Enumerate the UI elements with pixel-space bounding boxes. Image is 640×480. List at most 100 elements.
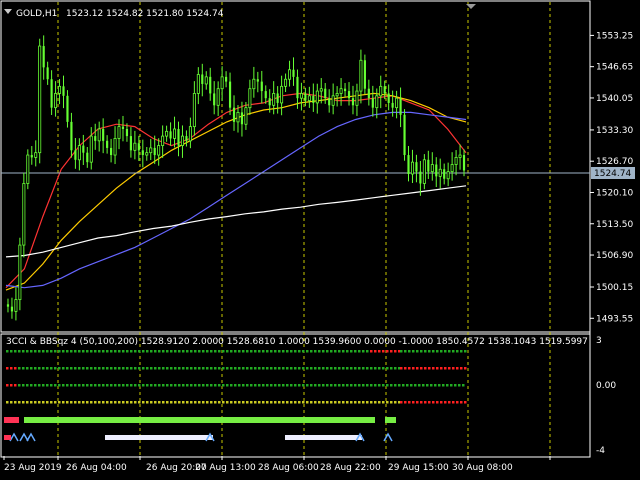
indicator-tick-label: 3 <box>596 336 602 346</box>
candle <box>367 79 370 106</box>
candle <box>216 81 220 116</box>
candle <box>74 137 77 169</box>
candle <box>161 125 165 158</box>
arrow-up-icon <box>383 432 393 442</box>
candle <box>292 57 295 86</box>
candle <box>407 146 410 182</box>
candle <box>422 154 426 190</box>
candle <box>58 78 62 105</box>
candle <box>443 163 446 185</box>
candle <box>339 78 343 106</box>
arrow-up-icon <box>26 432 36 442</box>
candle <box>169 122 172 146</box>
candle <box>129 127 133 158</box>
candle <box>315 83 319 114</box>
candle <box>343 83 347 97</box>
signal-dot-row <box>6 384 465 387</box>
candle <box>133 130 137 160</box>
candle <box>30 146 33 165</box>
squeeze-bar-row <box>4 417 396 423</box>
candle <box>70 112 73 158</box>
candle <box>137 135 140 161</box>
candle <box>224 71 228 88</box>
candle <box>38 38 42 164</box>
candle <box>46 61 49 85</box>
time-tick-label: 28 Aug 06:00 <box>258 463 319 473</box>
candle <box>66 90 69 128</box>
candle <box>351 85 355 115</box>
candle <box>185 130 188 147</box>
ma-line <box>5 92 467 291</box>
candle <box>34 140 38 167</box>
price-tick-label: 1553.25 <box>596 31 633 41</box>
candle <box>192 81 196 136</box>
candle <box>188 117 192 149</box>
candle <box>236 105 240 133</box>
chevron-down-icon[interactable] <box>4 9 12 14</box>
candle <box>248 79 252 116</box>
candle <box>458 144 462 170</box>
moving-average-lines <box>5 92 467 291</box>
price-tick-label: 1540.05 <box>596 94 633 104</box>
candle <box>196 67 200 105</box>
candle <box>62 75 65 109</box>
candle <box>427 150 430 179</box>
candle <box>335 86 339 107</box>
candle <box>121 115 125 142</box>
candle <box>106 135 109 154</box>
main-chart-pane[interactable] <box>0 0 591 333</box>
indicator-axis: 3 0.00 -4 <box>596 336 616 456</box>
symbol-label: GOLD,H1 <box>16 9 57 19</box>
trading-chart-window[interactable]: GOLD,H1 1523.12 1524.82 1521.80 1524.74 … <box>0 0 640 480</box>
price-tick-label: 1513.50 <box>596 220 633 230</box>
time-tick-label: 23 Aug 2019 <box>4 463 62 473</box>
signal-dot-row <box>6 401 467 404</box>
candle <box>264 85 267 104</box>
indicator-tick-label: 0.00 <box>596 381 616 391</box>
time-tick-label: 26 Aug 04:00 <box>66 463 127 473</box>
signal-marker <box>4 435 11 440</box>
candle <box>145 146 149 161</box>
price-tick-label: 1520.10 <box>596 188 633 198</box>
time-tick-label: 27 Aug 13:00 <box>195 463 256 473</box>
candle <box>387 84 390 111</box>
indicator-tick-label: -4 <box>596 446 605 456</box>
price-tick-label: 1500.15 <box>596 283 633 293</box>
candle <box>328 89 331 113</box>
candle <box>403 109 406 161</box>
current-price-label: 1524.74 <box>594 169 631 179</box>
candle <box>54 81 58 117</box>
time-axis: 23 Aug 2019 26 Aug 04:00 26 Aug 20:0027 Au… <box>3 456 551 473</box>
candle <box>18 237 22 311</box>
candle <box>177 121 180 157</box>
price-tick-label: 1506.90 <box>596 251 633 261</box>
candle <box>244 101 248 130</box>
candle <box>410 149 414 184</box>
candle <box>109 138 113 163</box>
candle <box>42 35 45 80</box>
candle <box>213 81 216 115</box>
candle <box>260 70 263 104</box>
candle <box>462 149 466 177</box>
ma-line <box>5 185 467 258</box>
candle <box>82 134 85 165</box>
candle <box>371 85 374 117</box>
candle <box>399 87 402 128</box>
candle <box>117 119 121 150</box>
candle <box>50 70 53 116</box>
candle <box>141 139 144 168</box>
price-tick-label: 1493.55 <box>596 314 633 324</box>
indicator-title: 3CCI & BBSqz 4 (50,100,200) 1528.9120 2.… <box>6 337 588 347</box>
candle <box>97 121 101 152</box>
signal-dot-row <box>6 350 467 353</box>
candle <box>304 87 307 107</box>
candle <box>6 298 10 313</box>
time-tick-label: 28 Aug 22:00 <box>320 463 381 473</box>
indicator-bars <box>4 350 467 442</box>
candle <box>276 86 279 114</box>
candle <box>157 138 161 166</box>
candle <box>22 172 26 258</box>
candle <box>312 83 315 112</box>
candle <box>149 138 153 161</box>
candle <box>252 66 256 98</box>
